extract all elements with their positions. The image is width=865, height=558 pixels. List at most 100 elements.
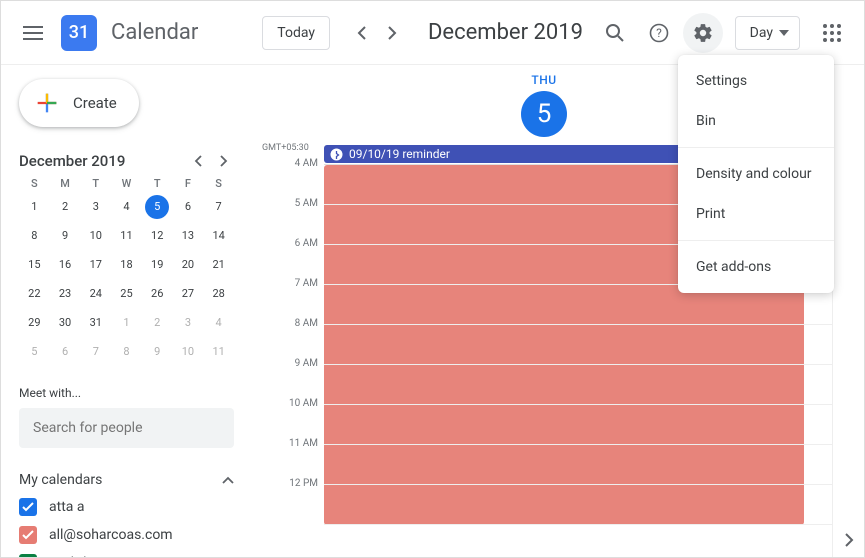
hour-label: 12 PM [268,478,318,489]
mini-day[interactable]: 10 [176,340,200,364]
search-icon [605,23,625,43]
hour-slot[interactable]: 12 PM [324,485,832,525]
app-title: Calendar [111,20,198,45]
mini-day[interactable]: 23 [53,282,77,306]
check-icon [22,530,34,540]
sidebar: Create December 2019 SMTWTFS123456789101… [1,65,256,557]
mini-day[interactable]: 2 [145,311,169,335]
hour-slot[interactable]: 9 AM [324,365,832,405]
calendar-checkbox[interactable] [19,526,37,544]
mini-day[interactable]: 7 [207,195,231,219]
mini-calendar-nav [188,151,234,171]
settings-menu: SettingsBin Density and colourPrint Get … [678,55,834,293]
search-button[interactable] [595,13,635,53]
mini-calendar-grid: SMTWTFS123456789101112131415161718192021… [19,177,234,364]
mini-day[interactable]: 3 [176,311,200,335]
mini-day[interactable]: 20 [176,253,200,277]
hour-label: 5 AM [268,198,318,209]
mini-day[interactable]: 4 [207,311,231,335]
mini-day[interactable]: 11 [114,224,138,248]
svg-text:?: ? [656,26,662,40]
mini-day[interactable]: 24 [84,282,108,306]
mini-day[interactable]: 9 [53,224,77,248]
mini-day[interactable]: 29 [22,311,46,335]
calendar-checkbox[interactable] [19,498,37,516]
mini-calendar-title: December 2019 [19,152,125,170]
help-button[interactable]: ? [639,13,679,53]
mini-day[interactable]: 13 [176,224,200,248]
mini-day[interactable]: 22 [22,282,46,306]
calendar-item[interactable]: atta a [19,498,234,516]
search-people-input[interactable] [19,408,234,448]
reminder-icon [330,148,343,161]
mini-weekday: S [203,177,234,190]
sidepanel-expand-button[interactable] [844,533,854,547]
mini-day[interactable]: 30 [53,311,77,335]
mini-day[interactable]: 6 [176,195,200,219]
mini-day[interactable]: 19 [145,253,169,277]
logo-day-number: 31 [69,22,89,43]
create-label: Create [73,94,117,112]
mini-day[interactable]: 6 [53,340,77,364]
chevron-up-icon [222,476,234,484]
mini-day[interactable]: 8 [114,340,138,364]
hour-label: 6 AM [268,238,318,249]
main-menu-button[interactable] [13,13,53,53]
day-number[interactable]: 5 [521,91,567,137]
chevron-right-icon [387,26,397,40]
mini-day[interactable]: 21 [207,253,231,277]
mini-day[interactable]: 25 [114,282,138,306]
mini-day[interactable]: 3 [84,195,108,219]
view-selector[interactable]: Day [735,16,800,50]
next-period-button[interactable] [382,23,402,43]
today-button[interactable]: Today [262,16,330,50]
mini-day[interactable]: 27 [176,282,200,306]
hour-slot[interactable]: 8 AM [324,325,832,365]
mini-day[interactable]: 28 [207,282,231,306]
calendar-item[interactable]: Birthdays [19,554,234,557]
mini-day[interactable]: 31 [84,311,108,335]
hour-slot[interactable]: 11 AM [324,445,832,485]
mini-day[interactable]: 16 [53,253,77,277]
mini-day[interactable]: 4 [114,195,138,219]
calendar-checkbox[interactable] [19,554,37,557]
calendar-item[interactable]: all@soharcoas.com [19,526,234,544]
mini-day[interactable]: 8 [22,224,46,248]
mini-day[interactable]: 2 [53,195,77,219]
mini-day[interactable]: 1 [114,311,138,335]
current-period: December 2019 [428,20,591,45]
mini-next-button[interactable] [214,151,234,171]
mini-day[interactable]: 11 [207,340,231,364]
hour-slot[interactable]: 10 AM [324,405,832,445]
mini-day[interactable]: 5 [22,340,46,364]
settings-menu-item[interactable]: Print [678,194,834,234]
mini-day[interactable]: 7 [84,340,108,364]
meet-with-label: Meet with... [19,386,234,400]
hour-label: 8 AM [268,318,318,329]
google-apps-button[interactable] [812,13,852,53]
prev-period-button[interactable] [352,23,372,43]
mini-day[interactable]: 15 [22,253,46,277]
mini-prev-button[interactable] [188,151,208,171]
my-calendars-toggle[interactable]: My calendars [19,472,234,488]
hour-label: 7 AM [268,278,318,289]
addon-sidepanel [832,65,864,557]
hour-label: 9 AM [268,358,318,369]
mini-day[interactable]: 9 [145,340,169,364]
mini-day[interactable]: 10 [84,224,108,248]
mini-day[interactable]: 1 [22,195,46,219]
mini-day[interactable]: 18 [114,253,138,277]
settings-button[interactable] [683,13,723,53]
mini-day[interactable]: 14 [207,224,231,248]
mini-day[interactable]: 26 [145,282,169,306]
chevron-right-icon [220,155,228,167]
mini-day[interactable]: 17 [84,253,108,277]
gear-icon [692,22,714,44]
settings-menu-item[interactable]: Density and colour [678,154,834,194]
create-button[interactable]: Create [19,79,139,127]
mini-day[interactable]: 12 [145,224,169,248]
mini-day[interactable]: 5 [145,195,169,219]
settings-menu-item[interactable]: Settings [678,61,834,101]
settings-menu-item[interactable]: Get add-ons [678,247,834,287]
settings-menu-item[interactable]: Bin [678,101,834,141]
